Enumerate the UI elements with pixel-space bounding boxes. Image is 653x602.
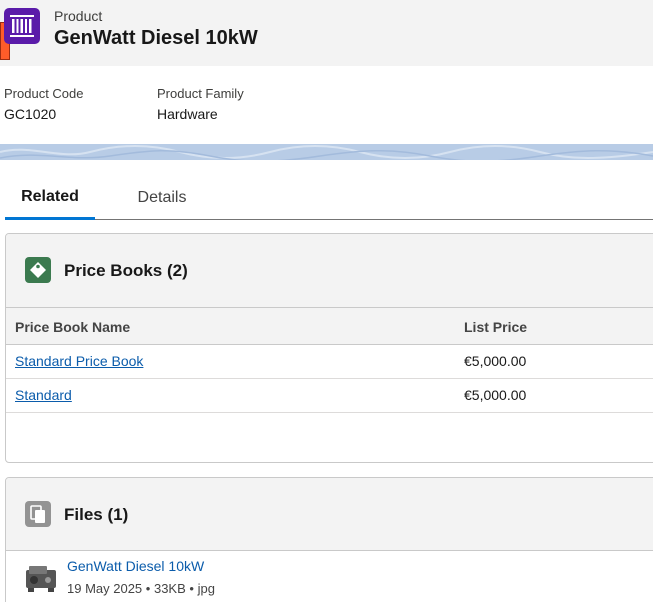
- column-header-price[interactable]: List Price: [464, 319, 527, 335]
- price-books-card: Price Books (2) Price Book Name List Pri…: [5, 233, 653, 463]
- card-header: Price Books (2): [6, 234, 653, 307]
- price-tag-icon: [25, 257, 51, 283]
- files-card: Files (1) GenWatt Diesel 10kW 19 May 202…: [5, 477, 653, 602]
- highlights-panel: Product Code GC1020 Product Family Hardw…: [0, 66, 653, 144]
- record-tabs: Related Details: [5, 176, 653, 220]
- table-header: Price Book Name List Price: [6, 307, 653, 345]
- field-product-family: Product Family Hardware: [157, 86, 244, 122]
- file-link[interactable]: GenWatt Diesel 10kW: [67, 558, 204, 574]
- file-date: 19 May 2025: [67, 581, 143, 596]
- card-header: Files (1): [6, 478, 653, 551]
- card-title[interactable]: Files (1): [64, 505, 128, 525]
- tab-area: Related Details Price Books (2) Price Bo…: [0, 160, 653, 602]
- product-barcode-icon: [4, 8, 40, 44]
- price-book-link[interactable]: Standard Price Book: [15, 353, 143, 369]
- field-value: Hardware: [157, 106, 218, 122]
- separator: •: [189, 581, 198, 596]
- list-price: €5,000.00: [464, 353, 527, 369]
- generator-thumbnail[interactable]: [24, 560, 60, 596]
- object-type-label: Product: [54, 8, 103, 24]
- field-value: GC1020: [4, 106, 57, 122]
- tab-related[interactable]: Related: [5, 176, 95, 220]
- file-size: 33KB: [153, 581, 186, 596]
- field-label: Product Code: [4, 86, 84, 101]
- decorative-banner: [0, 144, 653, 160]
- price-book-link[interactable]: Standard: [15, 387, 72, 403]
- column-header-name[interactable]: Price Book Name: [15, 319, 130, 335]
- separator: •: [145, 581, 154, 596]
- file-meta: 19 May 2025 • 33KB • jpg: [67, 581, 215, 596]
- table-row: Standard Price Book €5,000.00: [6, 345, 653, 379]
- record-header: Product GenWatt Diesel 10kW: [0, 0, 653, 66]
- field-label: Product Family: [157, 86, 244, 101]
- files-icon: [25, 501, 51, 527]
- page-title: GenWatt Diesel 10kW: [54, 27, 258, 49]
- list-price: €5,000.00: [464, 387, 527, 403]
- card-title[interactable]: Price Books (2): [64, 261, 188, 281]
- table-row: Standard €5,000.00: [6, 379, 653, 413]
- field-product-code: Product Code GC1020: [4, 86, 84, 122]
- tab-details[interactable]: Details: [119, 176, 205, 220]
- file-ext: jpg: [197, 581, 215, 596]
